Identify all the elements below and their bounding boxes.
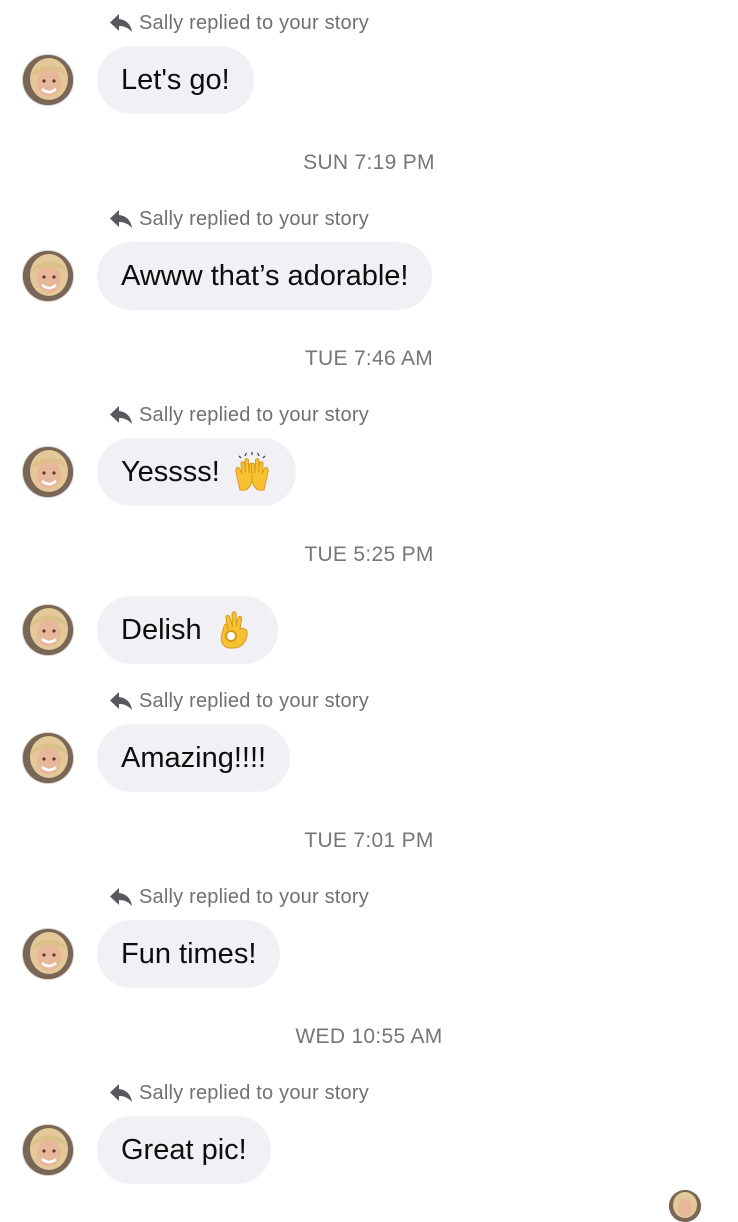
sally-avatar[interactable] — [22, 604, 74, 656]
message-bubble[interactable]: Let's go! — [97, 46, 254, 114]
story-reply-label: Sally replied to your story — [109, 402, 369, 428]
message-text: Let's go! — [121, 63, 230, 96]
seen-avatar — [669, 1190, 701, 1222]
sally-avatar[interactable] — [22, 446, 74, 498]
sally-avatar[interactable] — [22, 54, 74, 106]
reply-arrow-icon — [109, 405, 133, 425]
reply-arrow-icon — [109, 887, 133, 907]
story-reply-text: Sally replied to your story — [139, 11, 369, 34]
message-text: Yessss! — [121, 455, 220, 488]
reply-arrow-icon — [109, 13, 133, 33]
message-text: Fun times! — [121, 937, 257, 970]
sally-avatar[interactable] — [22, 1124, 74, 1176]
story-reply-text: Sally replied to your story — [139, 1081, 369, 1104]
ok-hand-emoji — [214, 610, 254, 650]
timestamp: SUN 7:19 PM — [303, 151, 435, 174]
story-reply-label: Sally replied to your story — [109, 206, 369, 232]
story-reply-text: Sally replied to your story — [139, 885, 369, 908]
message-bubble[interactable]: Fun times! — [97, 920, 281, 988]
timestamp: TUE 7:01 PM — [304, 829, 434, 852]
message-row: Awww that’s adorable! — [0, 242, 738, 310]
sally-avatar[interactable] — [22, 928, 74, 980]
message-row: Amazing!!!! — [0, 724, 738, 792]
raising-hands-emoji — [232, 452, 272, 492]
sally-avatar[interactable] — [22, 250, 74, 302]
message-text: Great pic! — [121, 1133, 247, 1166]
message-bubble[interactable]: Great pic! — [97, 1116, 271, 1184]
story-reply-label: Sally replied to your story — [109, 688, 369, 714]
story-reply-label: Sally replied to your story — [109, 1080, 369, 1106]
message-text: Amazing!!!! — [121, 741, 267, 774]
message-bubble[interactable]: Awww that’s adorable! — [97, 242, 433, 310]
story-reply-text: Sally replied to your story — [139, 403, 369, 426]
message-bubble[interactable]: Yessss! — [97, 438, 296, 506]
message-row: Let's go! — [0, 46, 738, 114]
reply-arrow-icon — [109, 1083, 133, 1103]
message-row: Yessss! — [0, 438, 738, 506]
story-reply-label: Sally replied to your story — [109, 10, 369, 36]
message-row: Delish — [0, 596, 738, 664]
message-text: Delish — [121, 613, 202, 646]
message-text: Awww that’s adorable! — [121, 259, 409, 292]
timestamp: TUE 5:25 PM — [304, 543, 434, 566]
story-reply-text: Sally replied to your story — [139, 689, 369, 712]
story-reply-label: Sally replied to your story — [109, 884, 369, 910]
message-bubble[interactable]: Delish — [97, 596, 278, 664]
reply-arrow-icon — [109, 691, 133, 711]
message-thread: Sally replied to your story Let's go! SU… — [0, 0, 738, 1222]
sally-avatar[interactable] — [22, 732, 74, 784]
message-bubble[interactable]: Amazing!!!! — [97, 724, 291, 792]
message-row: Fun times! — [0, 920, 738, 988]
timestamp: TUE 7:46 AM — [304, 347, 434, 370]
timestamp: WED 10:55 AM — [295, 1025, 443, 1048]
message-row: Great pic! — [0, 1116, 738, 1184]
reply-arrow-icon — [109, 209, 133, 229]
story-reply-text: Sally replied to your story — [139, 207, 369, 230]
